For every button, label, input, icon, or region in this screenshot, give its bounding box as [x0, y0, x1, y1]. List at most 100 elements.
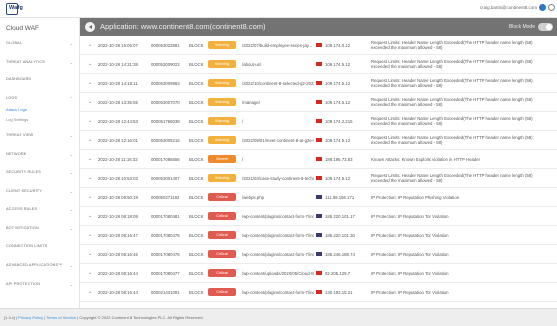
sidebar-item-logs[interactable]: LOGS ⌃: [0, 93, 80, 105]
country-flag-icon: [316, 100, 322, 104]
expand-row-chevron-icon[interactable]: ⌄: [88, 61, 92, 67]
severity-badge: Warning: [208, 136, 236, 144]
sidebar-item-threat-view[interactable]: THREAT VIEW ⌄: [0, 130, 80, 142]
severity-badge: Critical: [208, 193, 236, 201]
row-source-ip: 111.89.156.171: [325, 195, 355, 200]
table-row[interactable]: ⌄ 2022-10-28 08:16:47 000017080476 BLOCK Cri…: [80, 226, 557, 245]
expand-row-chevron-icon[interactable]: ⌄: [88, 213, 92, 219]
sidebar-item-bot-mitigation[interactable]: BOT MITIGATION ⌄: [0, 223, 80, 235]
sidebar-item-dashboard[interactable]: DASHBOARD: [0, 74, 80, 86]
row-request-path: /wp-content/plugins/contact-form-7/inclu…: [242, 233, 314, 238]
sidebar-item-threat-analytics[interactable]: THREAT ANALYTICS ⌄: [0, 57, 80, 69]
table-row[interactable]: ⌄ 2022-10-28 08:50:19 000050271182 BLOCK Cri…: [80, 188, 557, 207]
row-date: 2022-10-28 08:18:09: [98, 214, 138, 219]
table-row[interactable]: ⌄ 2022-10-28 15:05:07 000053022881 BLOCK War…: [80, 36, 557, 55]
user-email[interactable]: craig.bartis@continent8.com: [480, 5, 537, 10]
row-date: 2022-10-28 08:16:47: [98, 233, 138, 238]
row-date: 2022-10-28 12:16:01: [98, 138, 138, 143]
app-header: Application: www.continent8.com(continen…: [80, 18, 557, 36]
top-bar: Wafg craig.bartis@continent8.com: [0, 0, 557, 18]
expand-row-chevron-icon[interactable]: ⌄: [88, 137, 92, 143]
expand-row-chevron-icon[interactable]: ⌄: [88, 194, 92, 200]
expand-row-chevron-icon[interactable]: ⌄: [88, 289, 92, 295]
expand-row-chevron-icon[interactable]: ⌄: [88, 156, 92, 162]
sidebar-item-security-rules[interactable]: SECURITY RULES ⌄: [0, 167, 80, 179]
table-row[interactable]: ⌄ 2022-10-28 12:16:01 000053005215 BLOCK War…: [80, 131, 557, 150]
row-source-ip: 109.174.5.12: [325, 62, 351, 67]
row-action: BLOCK: [189, 233, 204, 238]
table-row[interactable]: ⌄ 2022-10-28 12:44:53 000051765038 BLOCK War…: [80, 112, 557, 131]
privacy-policy-link[interactable]: Privacy Policy: [18, 315, 43, 320]
chevron-up-icon: ⌃: [69, 96, 73, 101]
row-date: 2022-10-28 11:16:32: [98, 157, 138, 162]
sidebar-item-connection-limits[interactable]: CONNECTION LIMITS: [0, 241, 80, 253]
row-date: 2022-10-28 14:18:11: [98, 81, 138, 86]
sidebar-item-advanced-applications[interactable]: ADVANCED APPLICATIONS™ ⌄: [0, 260, 80, 272]
table-row[interactable]: ⌄ 2022-10-28 08:18:09 000017080481 BLOCK Cri…: [80, 207, 557, 226]
row-id: 000017080476: [151, 233, 180, 238]
row-id: 000021431091: [151, 290, 180, 295]
expand-row-chevron-icon[interactable]: ⌄: [88, 175, 92, 181]
row-action: BLOCK: [189, 138, 204, 143]
row-source-ip: 109.174.5.12: [325, 138, 351, 143]
table-row[interactable]: ⌄ 2022-10-28 08:16:44 000017080477 BLOCK Cri…: [80, 264, 557, 283]
row-request-path: /wp-content/plugins/contact-form-7/inclu…: [242, 252, 314, 257]
expand-row-chevron-icon[interactable]: ⌄: [88, 118, 92, 124]
chevron-down-icon: ⌄: [69, 189, 73, 194]
table-row[interactable]: ⌄ 2022-10-28 14:18:11 000053009883 BLOCK War…: [80, 74, 557, 93]
table-row[interactable]: ⌄ 2022-10-28 10:53:03 000053001407 BLOCK War…: [80, 169, 557, 188]
country-flag-icon: [316, 176, 322, 180]
sidebar-item-network[interactable]: NETWORK ⌄: [0, 149, 80, 161]
country-flag-icon: [316, 271, 322, 275]
settings-icon[interactable]: [548, 4, 555, 11]
expand-row-chevron-icon[interactable]: ⌄: [88, 99, 92, 105]
row-id: 000017080481: [151, 214, 180, 219]
sidebar-item-access-rules[interactable]: ACCESS RULES ⌄: [0, 204, 80, 216]
sidebar-title: Cloud WAF: [6, 25, 39, 32]
expand-row-chevron-icon[interactable]: ⌄: [88, 232, 92, 238]
chevron-down-icon: ⌄: [69, 170, 73, 175]
sidebar-item-label: CLIENT SECURITY: [6, 189, 42, 193]
row-source-ip: 185.220.101.30: [325, 233, 355, 238]
expand-row-chevron-icon[interactable]: ⌄: [88, 42, 92, 48]
copyright-text: Copyright © 2022 Continent 8 Technologie…: [79, 315, 204, 320]
row-source-ip: 185.246.188.74: [325, 252, 355, 257]
sidebar-item-client-security[interactable]: CLIENT SECURITY ⌄: [0, 186, 80, 198]
sidebar-sub-log-settings[interactable]: Log Settings: [6, 117, 28, 122]
severity-badge: Warning: [208, 98, 236, 106]
chevron-down-icon: ⌄: [69, 60, 73, 65]
country-flag-icon: [316, 157, 322, 161]
table-row[interactable]: ⌄ 2022-10-28 11:16:32 000017085656 BLOCK Sev…: [80, 150, 557, 169]
sidebar-item-label: THREAT ANALYTICS: [6, 60, 45, 64]
sidebar-item-global[interactable]: GLOBAL ⌄: [0, 38, 80, 50]
terms-of-service-link[interactable]: Terms of Service: [46, 315, 76, 320]
back-button[interactable]: [85, 22, 95, 32]
block-mode-toggle[interactable]: [538, 23, 553, 31]
logo[interactable]: Wafg: [6, 3, 32, 15]
row-action: BLOCK: [189, 43, 204, 48]
expand-row-chevron-icon[interactable]: ⌄: [88, 270, 92, 276]
user-avatar-icon[interactable]: [539, 4, 546, 11]
row-source-ip: 109.174.0.12: [325, 43, 351, 48]
version-label: [1.3.x]: [4, 315, 15, 320]
table-row[interactable]: ⌄ 2022-10-28 08:16:44 000021431091 BLOCK Cri…: [80, 283, 557, 302]
row-description: Request Limits: Header Name Length Excee…: [371, 97, 533, 107]
row-action: BLOCK: [189, 100, 204, 105]
row-description: Request Limits: Header Name Length Excee…: [371, 116, 533, 126]
row-request-path: /2021/03/case-study-continent-8-techn...: [242, 176, 314, 181]
sidebar-item-label: LOGS: [6, 96, 18, 100]
country-flag-icon: [316, 138, 322, 142]
sidebar-sub-attack-logs[interactable]: Attack Logs: [6, 107, 27, 112]
row-id: 000017080476: [151, 252, 180, 257]
table-row[interactable]: ⌄ 2022-10-28 14:31:38 000053009022 BLOCK War…: [80, 55, 557, 74]
row-action: BLOCK: [189, 290, 204, 295]
row-date: 2022-10-28 08:50:19: [98, 195, 138, 200]
row-request-path: /: [242, 157, 244, 162]
row-description: IP Protection: IP Reputation Tor Violati…: [371, 271, 449, 276]
sidebar-item-api-protection[interactable]: API PROTECTION ⌄: [0, 279, 80, 291]
expand-row-chevron-icon[interactable]: ⌄: [88, 251, 92, 257]
row-request-path: /wp-content/uploads/2020/05/Cloud-WAF-do…: [242, 271, 314, 276]
table-row[interactable]: ⌄ 2022-10-28 08:16:46 000017080476 BLOCK Cri…: [80, 245, 557, 264]
table-row[interactable]: ⌄ 2022-10-28 13:35:55 000053007070 BLOCK War…: [80, 93, 557, 112]
expand-row-chevron-icon[interactable]: ⌄: [88, 80, 92, 86]
